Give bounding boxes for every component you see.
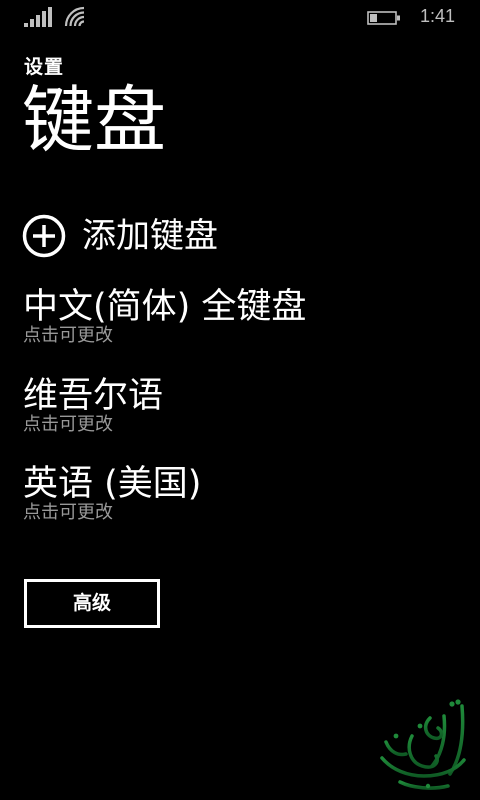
signal-strength-icon: [24, 7, 52, 27]
keyboard-name: 中文(简体) 全键盘: [23, 287, 307, 327]
add-keyboard-label: 添加键盘: [82, 216, 218, 256]
clock: 1:41: [420, 6, 456, 26]
keyboard-subtitle: 点击可更改: [23, 502, 113, 523]
keyboard-item-english-us[interactable]: 英语 (美国) 点击可更改: [23, 463, 201, 523]
keyboard-name: 英语 (美国): [23, 464, 202, 504]
keyboard-name: 维吾尔语: [23, 376, 164, 416]
page-title: 键盘: [22, 78, 167, 162]
keyboard-subtitle: 点击可更改: [23, 325, 113, 346]
wifi-icon: [64, 6, 85, 27]
status-bar: 1:41: [0, 0, 480, 34]
keyboard-item-uyghur[interactable]: 维吾尔语 点击可更改: [23, 375, 163, 435]
app-title: 设置: [24, 56, 65, 78]
plus-circle-icon: [22, 214, 66, 258]
advanced-button[interactable]: 高级: [24, 579, 160, 628]
battery-icon: [367, 11, 400, 25]
keyboard-subtitle: 点击可更改: [23, 414, 113, 435]
keyboard-item-chinese-simplified[interactable]: 中文(简体) 全键盘 点击可更改: [23, 286, 306, 346]
add-keyboard-button[interactable]: 添加键盘: [22, 212, 218, 260]
calligraphy-watermark-logo: [380, 699, 466, 790]
